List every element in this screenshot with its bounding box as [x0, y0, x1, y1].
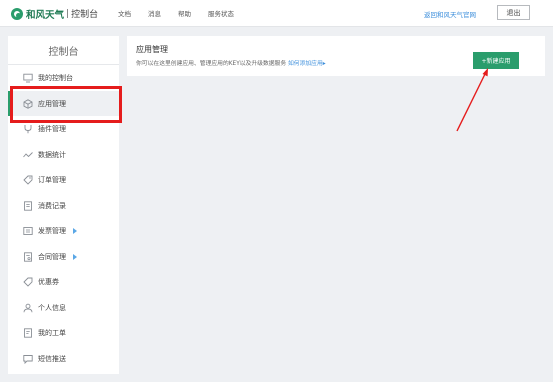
ticket-icon	[22, 327, 33, 338]
sidebar-item-label: 个人信息	[38, 303, 66, 312]
sidebar-item-tickets[interactable]: 我的工单	[8, 320, 119, 345]
top-bar: 和风天气 | 控制台 文档 消息 帮助 服务状态 返回和风天气官网 退出	[0, 0, 553, 27]
sidebar-item-label: 发票管理	[38, 226, 66, 235]
invoice-icon	[22, 225, 33, 236]
sidebar-item-label: 优惠券	[38, 277, 59, 286]
top-nav: 文档 消息 帮助 服务状态	[118, 8, 251, 18]
sidebar-item-sms-push[interactable]: 短信推送	[8, 346, 119, 371]
brand-logo[interactable]: 和风天气 | 控制台	[11, 6, 98, 21]
logo-icon	[11, 7, 23, 20]
tag-icon	[22, 174, 33, 185]
contract-icon	[22, 251, 33, 262]
nav-service-status[interactable]: 服务状态	[208, 8, 234, 18]
brand-separator: |	[66, 8, 70, 19]
message-icon	[22, 353, 33, 364]
plugin-icon	[22, 123, 33, 134]
sidebar-item-orders[interactable]: 订单管理	[8, 167, 119, 192]
expand-arrow-icon[interactable]	[73, 253, 77, 260]
sidebar-item-label: 短信推送	[38, 354, 66, 363]
sidebar-item-coupons[interactable]: 优惠券	[8, 269, 119, 294]
page-description: 你可以在这里创建应用、管理应用的KEY以及升级数据服务 如何添加应用▸	[136, 58, 326, 67]
sidebar-item-profile[interactable]: 个人信息	[8, 295, 119, 320]
sidebar-item-label: 数据统计	[38, 150, 66, 159]
new-app-button[interactable]: +新建应用	[473, 52, 519, 69]
coupon-icon	[22, 276, 33, 287]
sidebar-item-contracts[interactable]: 合同管理	[8, 244, 119, 269]
sidebar-item-label: 订单管理	[38, 175, 66, 184]
user-icon	[22, 302, 33, 313]
help-link-arrow-icon: ▸	[322, 61, 326, 67]
description-text: 你可以在这里创建应用、管理应用的KEY以及升级数据服务	[136, 61, 287, 67]
sidebar-item-label: 我的控制台	[38, 73, 73, 82]
sidebar-item-statistics[interactable]: 数据统计	[8, 142, 119, 167]
logout-button[interactable]: 退出	[497, 5, 530, 20]
sidebar-item-invoices[interactable]: 发票管理	[8, 218, 119, 243]
expand-arrow-icon[interactable]	[73, 227, 77, 234]
receipt-icon	[22, 200, 33, 211]
help-link[interactable]: 如何添加应用▸	[288, 61, 326, 67]
brand-subtitle: 控制台	[71, 10, 99, 20]
help-link-text: 如何添加应用	[287, 61, 323, 67]
sidebar-item-label: 我的工单	[38, 328, 66, 337]
nav-help[interactable]: 帮助	[178, 8, 191, 18]
sidebar-title: 控制台	[48, 47, 79, 58]
sidebar-item-label: 插件管理	[38, 124, 66, 133]
nav-docs[interactable]: 文档	[118, 8, 131, 18]
nav-messages[interactable]: 消息	[148, 8, 161, 18]
page-title: 应用管理	[136, 45, 168, 54]
official-site-link[interactable]: 返回和风天气官网	[424, 9, 476, 19]
chart-line-icon	[22, 149, 33, 160]
sidebar-item-label: 消费记录	[38, 201, 66, 210]
brand-name: 和风天气	[26, 9, 65, 21]
annotation-highlight-box	[10, 86, 122, 123]
monitor-icon	[22, 72, 33, 83]
sidebar-item-consumption[interactable]: 消费记录	[8, 193, 119, 218]
app-management-panel: 应用管理 你可以在这里创建应用、管理应用的KEY以及升级数据服务 如何添加应用▸…	[127, 36, 545, 76]
sidebar-item-label: 合同管理	[38, 252, 66, 261]
